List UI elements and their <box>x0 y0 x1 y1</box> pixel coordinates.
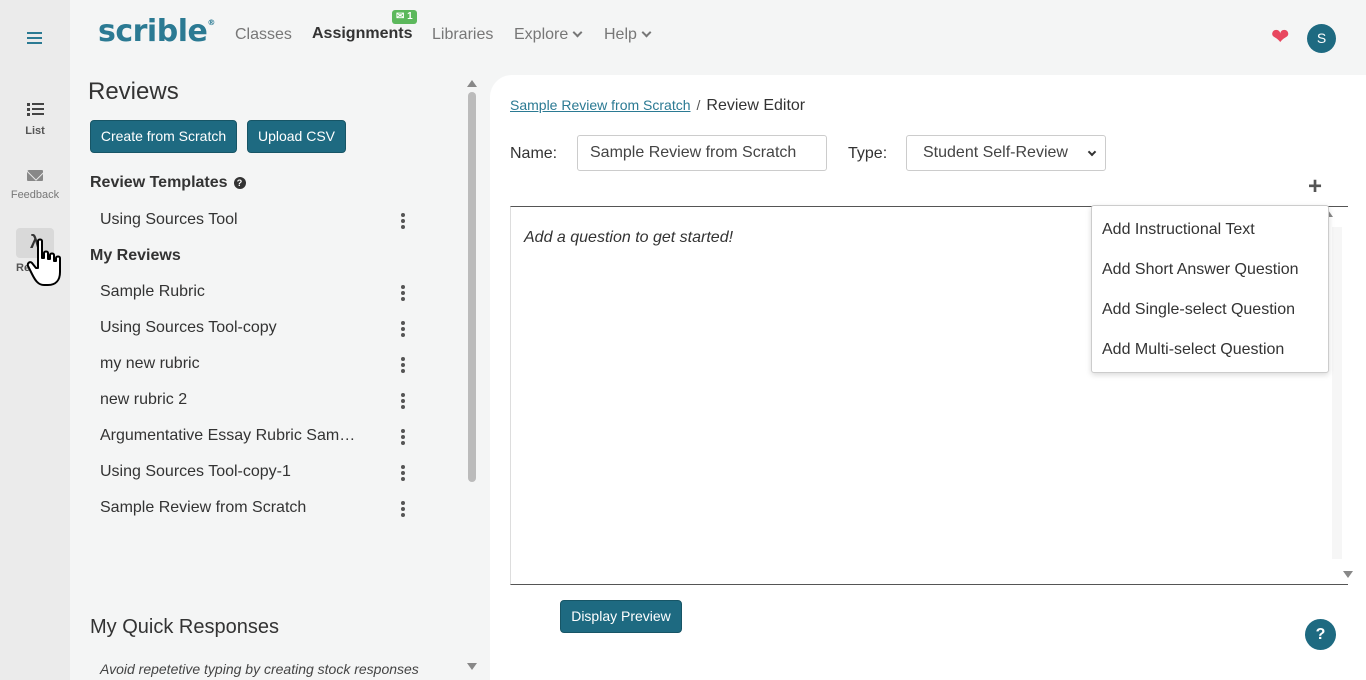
scroll-down-arrow-icon[interactable] <box>1343 571 1353 578</box>
list-item[interactable]: Using Sources Tool-copy <box>100 317 445 347</box>
scroll-down-arrow-icon[interactable] <box>467 663 477 670</box>
list-item[interactable]: Sample Review from Scratch <box>100 497 445 527</box>
question-circle-icon[interactable]: ? <box>233 177 246 189</box>
nav-classes[interactable]: Classes <box>235 26 292 44</box>
display-preview-button[interactable]: Display Preview <box>560 600 682 633</box>
nav-explore[interactable]: Explore <box>514 26 583 44</box>
kebab-menu-icon[interactable] <box>401 393 405 411</box>
add-question-plus-icon[interactable]: + <box>1308 175 1322 199</box>
kebab-menu-icon[interactable] <box>401 357 405 375</box>
quick-responses-description: Avoid repetetive typing by creating stoc… <box>100 661 419 677</box>
chevron-down-icon <box>641 27 652 38</box>
editor-placeholder: Add a question to get started! <box>524 229 734 246</box>
kebab-menu-icon[interactable] <box>401 285 405 303</box>
panel-title: Reviews <box>88 78 179 105</box>
my-reviews-heading: My Reviews <box>90 247 181 264</box>
nav-assignments[interactable]: Assignments <box>312 25 412 43</box>
rail-feedback-label: Feedback <box>10 189 60 201</box>
chevron-down-icon <box>572 27 583 38</box>
name-input[interactable] <box>577 135 827 171</box>
rail-list[interactable]: List <box>0 103 70 137</box>
envelope-icon <box>27 170 43 181</box>
type-label: Type: <box>848 145 888 162</box>
create-from-scratch-button[interactable]: Create from Scratch <box>90 120 237 153</box>
kebab-menu-icon[interactable] <box>401 465 405 483</box>
breadcrumb-current: Review Editor <box>706 97 806 114</box>
kebab-menu-icon[interactable] <box>401 213 405 231</box>
quick-responses-title: My Quick Responses <box>90 616 279 638</box>
list-item[interactable]: new rubric 2 <box>100 389 445 419</box>
list-item[interactable]: my new rubric <box>100 353 445 383</box>
hamburger-menu-icon[interactable] <box>27 32 42 47</box>
avatar[interactable]: S <box>1307 24 1336 53</box>
assignments-badge: ✉ 1 <box>392 10 417 24</box>
list-item[interactable]: Sample Rubric <box>100 281 445 311</box>
type-select[interactable]: Student Self-Review <box>906 135 1106 171</box>
kebab-menu-icon[interactable] <box>401 501 405 519</box>
rail-feedback[interactable]: Feedback <box>0 170 70 201</box>
scrible-logo[interactable]: scrible® <box>98 14 215 49</box>
menu-item-single-select[interactable]: Add Single-select Question <box>1102 301 1295 319</box>
upload-csv-button[interactable]: Upload CSV <box>247 120 346 153</box>
breadcrumb-link[interactable]: Sample Review from Scratch <box>510 97 691 113</box>
breadcrumb: Sample Review from Scratch / Review Editor <box>510 97 806 114</box>
name-label: Name: <box>510 145 558 162</box>
menu-item-short-answer[interactable]: Add Short Answer Question <box>1102 261 1299 279</box>
list-icon <box>26 103 44 117</box>
list-item[interactable]: Using Sources Tool <box>100 209 445 239</box>
rail-list-label: List <box>25 125 45 137</box>
reviews-panel: Reviews Create from Scratch Upload CSV R… <box>70 72 464 680</box>
kebab-menu-icon[interactable] <box>401 429 405 447</box>
nav-libraries[interactable]: Libraries <box>432 26 493 44</box>
icon-rail: List Feedback λ Re <box>0 0 70 680</box>
left-panel-scrollbar[interactable] <box>464 72 480 680</box>
editor-scrollbar[interactable] <box>1332 227 1342 559</box>
templates-heading: Review Templates? <box>90 174 246 192</box>
chevron-down-icon <box>1087 147 1097 157</box>
nav-help[interactable]: Help <box>604 26 652 44</box>
add-question-menu: Add Instructional Text Add Short Answer … <box>1091 205 1329 373</box>
hand-pointer-icon <box>26 238 61 286</box>
menu-item-instructional-text[interactable]: Add Instructional Text <box>1102 221 1255 239</box>
top-nav: scrible® Classes Assignments ✉ 1 Librari… <box>70 0 1366 72</box>
review-editor-panel: Sample Review from Scratch / Review Editor… <box>490 75 1366 680</box>
list-item[interactable]: Argumentative Essay Rubric Sample <box>100 425 445 455</box>
list-item[interactable]: Using Sources Tool-copy-1 <box>100 461 445 491</box>
scrollbar-thumb[interactable] <box>468 92 476 482</box>
heart-icon[interactable]: ❤ <box>1271 26 1289 48</box>
help-icon[interactable]: ? <box>1305 619 1336 650</box>
scroll-up-arrow-icon[interactable] <box>467 80 477 87</box>
kebab-menu-icon[interactable] <box>401 321 405 339</box>
menu-item-multi-select[interactable]: Add Multi-select Question <box>1102 341 1284 359</box>
